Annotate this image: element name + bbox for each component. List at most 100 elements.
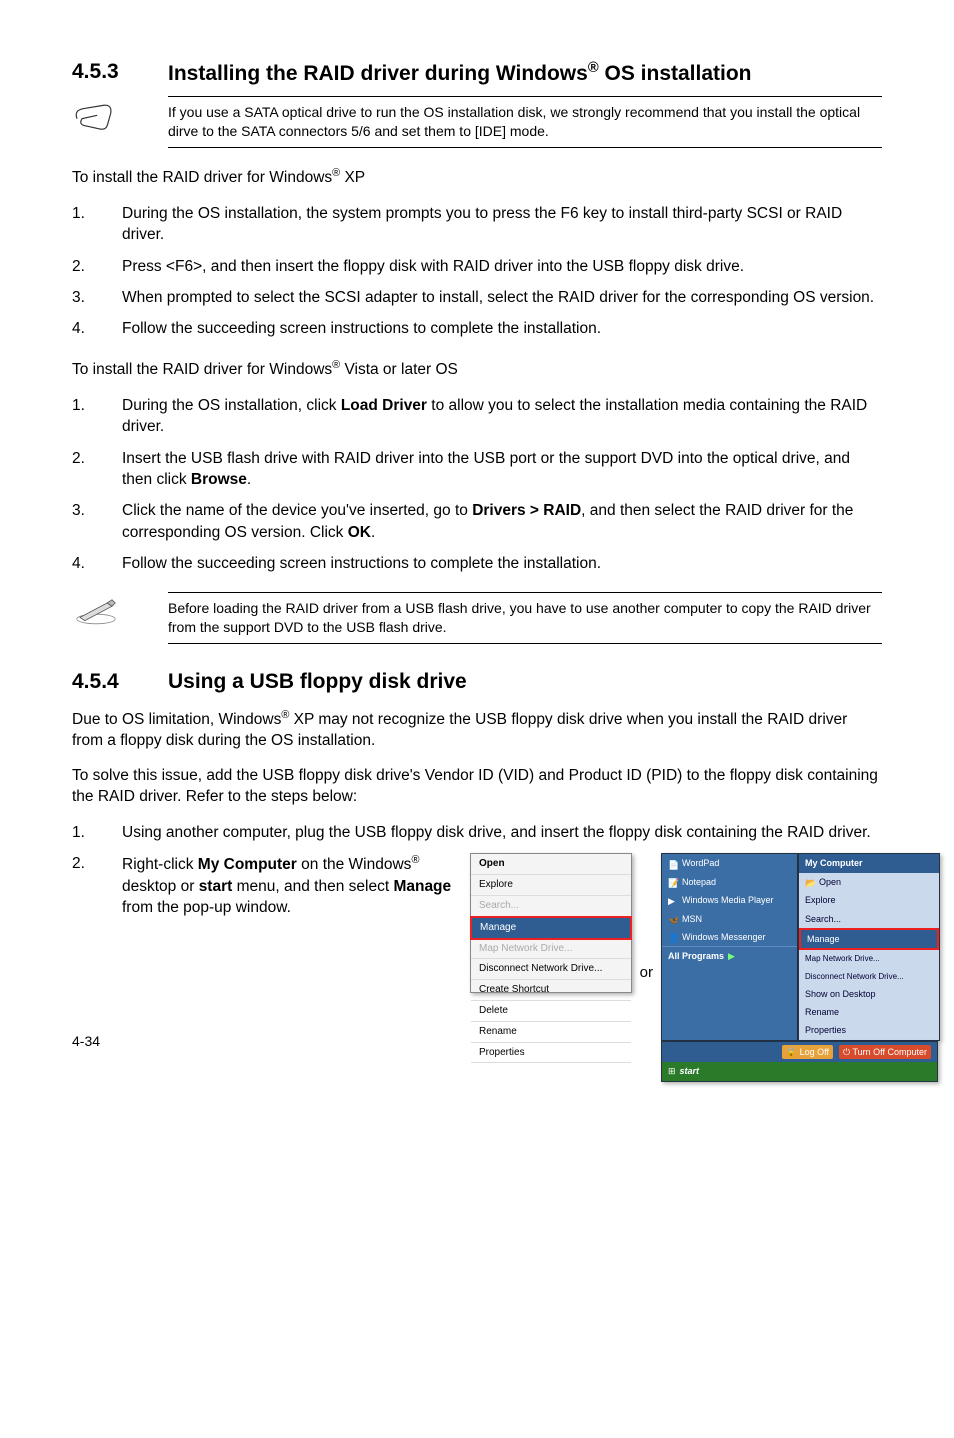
windows-icon: ⊞ — [668, 1065, 676, 1077]
folder-icon: 📂 — [805, 877, 815, 887]
step-text: Insert the USB flash drive with RAID dri… — [122, 448, 882, 491]
list-item: 1.Using another computer, plug the USB f… — [72, 822, 882, 843]
step-num: 1. — [72, 203, 122, 246]
turnoff-button[interactable]: ⏻ Turn Off Computer — [839, 1045, 931, 1059]
step-text: Follow the succeeding screen instruction… — [122, 553, 882, 574]
b: Drivers > RAID — [472, 502, 581, 519]
label: Windows Messenger — [682, 931, 766, 943]
start-item-msn[interactable]: 🦋MSN — [662, 910, 797, 928]
usb-steps-list: 1.Using another computer, plug the USB f… — [72, 822, 882, 993]
label: Windows Media Player — [682, 894, 774, 906]
menu-item-rename[interactable]: Rename — [471, 1022, 631, 1043]
screenshot-group: Open Explore Search... Manage Map Networ… — [470, 853, 940, 993]
wordpad-icon: 📄 — [668, 859, 678, 869]
menu-item-delete[interactable]: Delete — [471, 1001, 631, 1022]
usb-para-1: Due to OS limitation, Windows® XP may no… — [72, 708, 882, 752]
heading-text: Installing the RAID driver during Window… — [168, 62, 588, 85]
heading-number: 4.5.4 — [72, 670, 168, 694]
right-item-open[interactable]: 📂 Open — [799, 873, 939, 891]
right-item-rename[interactable]: Rename — [799, 1003, 939, 1021]
menu-item-search[interactable]: Search... — [471, 896, 631, 917]
step-text: Right-click My Computer on the Windows® … — [122, 853, 452, 918]
msn-icon: 🦋 — [668, 914, 678, 924]
list-item: 4.Follow the succeeding screen instructi… — [72, 318, 882, 339]
text: Vista or later OS — [340, 361, 458, 378]
menu-item-open[interactable]: Open — [471, 854, 631, 875]
step-text: Using another computer, plug the USB flo… — [122, 822, 882, 843]
label: WordPad — [682, 857, 719, 869]
b: Manage — [393, 878, 451, 895]
right-item-showdesktop[interactable]: Show on Desktop — [799, 985, 939, 1003]
list-item: 3.Click the name of the device you've in… — [72, 500, 882, 543]
xp-steps-list: 1.During the OS installation, the system… — [72, 203, 882, 340]
start-menu-right: My Computer 📂Open Explore Search... Mana… — [798, 853, 940, 1040]
t: Due to OS limitation, Windows — [72, 711, 281, 728]
menu-item-manage[interactable]: Manage — [470, 916, 632, 940]
sup: ® — [332, 167, 340, 179]
heading-title: Installing the RAID driver during Window… — [168, 60, 882, 86]
pen-icon — [72, 592, 168, 626]
wmp-icon: ▶ — [668, 895, 678, 905]
heading-text2: OS installation — [599, 62, 752, 85]
note-block-1: If you use a SATA optical drive to run t… — [72, 96, 882, 148]
menu-item-disconnect[interactable]: Disconnect Network Drive... — [471, 959, 631, 980]
step-num: 4. — [72, 553, 122, 574]
sup: ® — [411, 854, 419, 866]
t: . — [247, 471, 251, 488]
heading-4-5-4: 4.5.4 Using a USB floppy disk drive — [72, 670, 882, 694]
usb-para-2: To solve this issue, add the USB floppy … — [72, 766, 882, 808]
right-item-manage[interactable]: Manage — [799, 928, 939, 950]
step-num: 4. — [72, 318, 122, 339]
heading-sup: ® — [588, 60, 599, 76]
sup: ® — [332, 359, 340, 371]
right-item-disconnect[interactable]: Disconnect Network Drive... — [799, 968, 939, 985]
step-text: During the OS installation, the system p… — [122, 203, 882, 246]
start-menu-left: 📄WordPad 📝Notepad ▶Windows Media Player … — [661, 853, 798, 1040]
label: Open — [819, 876, 841, 888]
step-num: 1. — [72, 822, 122, 843]
arrow-icon: ▶ — [728, 950, 735, 962]
label: Log Off — [800, 1047, 829, 1057]
right-item-search[interactable]: Search... — [799, 910, 939, 928]
logoff-button[interactable]: 🔒 Log Off — [782, 1045, 833, 1059]
notepad-icon: 📝 — [668, 877, 678, 887]
start-item-notepad[interactable]: 📝 Notepad — [662, 873, 797, 891]
note-text: If you use a SATA optical drive to run t… — [168, 96, 882, 148]
step-num: 2. — [72, 853, 122, 993]
t: menu, and then select — [232, 878, 393, 895]
menu-item-map[interactable]: Map Network Drive... — [471, 939, 631, 960]
start-item-messenger[interactable]: 👤 Windows Messenger — [662, 928, 797, 946]
t: on the Windows — [297, 857, 412, 874]
step-text: Click the name of the device you've inse… — [122, 500, 882, 543]
heading-number: 4.5.3 — [72, 60, 168, 86]
start-item-wmp[interactable]: ▶ Windows Media Player — [662, 891, 797, 909]
menu-item-properties[interactable]: Properties — [471, 1043, 631, 1064]
start-item-allprograms[interactable]: All Programs ▶ — [662, 946, 797, 965]
step-num: 1. — [72, 395, 122, 438]
list-item: 2.Insert the USB flash drive with RAID d… — [72, 448, 882, 491]
start-button[interactable]: ⊞ start — [662, 1062, 937, 1080]
b: Load Driver — [341, 397, 427, 414]
t: During the OS installation, click — [122, 397, 341, 414]
note-text: Before loading the RAID driver from a US… — [168, 592, 882, 644]
step-text: When prompted to select the SCSI adapter… — [122, 287, 882, 308]
vista-steps-list: 1.During the OS installation, click Load… — [72, 395, 882, 575]
right-item-explore[interactable]: Explore — [799, 891, 939, 909]
start-item-wordpad[interactable]: 📄 WordPad — [662, 854, 797, 872]
text: To install the RAID driver for Windows — [72, 169, 332, 186]
vista-intro: To install the RAID driver for Windows® … — [72, 358, 882, 381]
list-item: 1.During the OS installation, the system… — [72, 203, 882, 246]
list-item: 2.Press <F6>, and then insert the floppy… — [72, 256, 882, 277]
menu-item-shortcut[interactable]: Create Shortcut — [471, 980, 631, 1001]
right-item-properties[interactable]: Properties — [799, 1021, 939, 1039]
xp-intro: To install the RAID driver for Windows® … — [72, 166, 882, 189]
step-text: Press <F6>, and then insert the floppy d… — [122, 256, 882, 277]
step-num: 2. — [72, 448, 122, 491]
label: Notepad — [682, 876, 716, 888]
text: To install the RAID driver for Windows — [72, 361, 332, 378]
messenger-icon: 👤 — [668, 932, 678, 942]
t: from the pop-up window. — [122, 899, 291, 916]
heading-4-5-3: 4.5.3 Installing the RAID driver during … — [72, 60, 882, 86]
menu-item-explore[interactable]: Explore — [471, 875, 631, 896]
right-item-map[interactable]: Map Network Drive... — [799, 950, 939, 967]
